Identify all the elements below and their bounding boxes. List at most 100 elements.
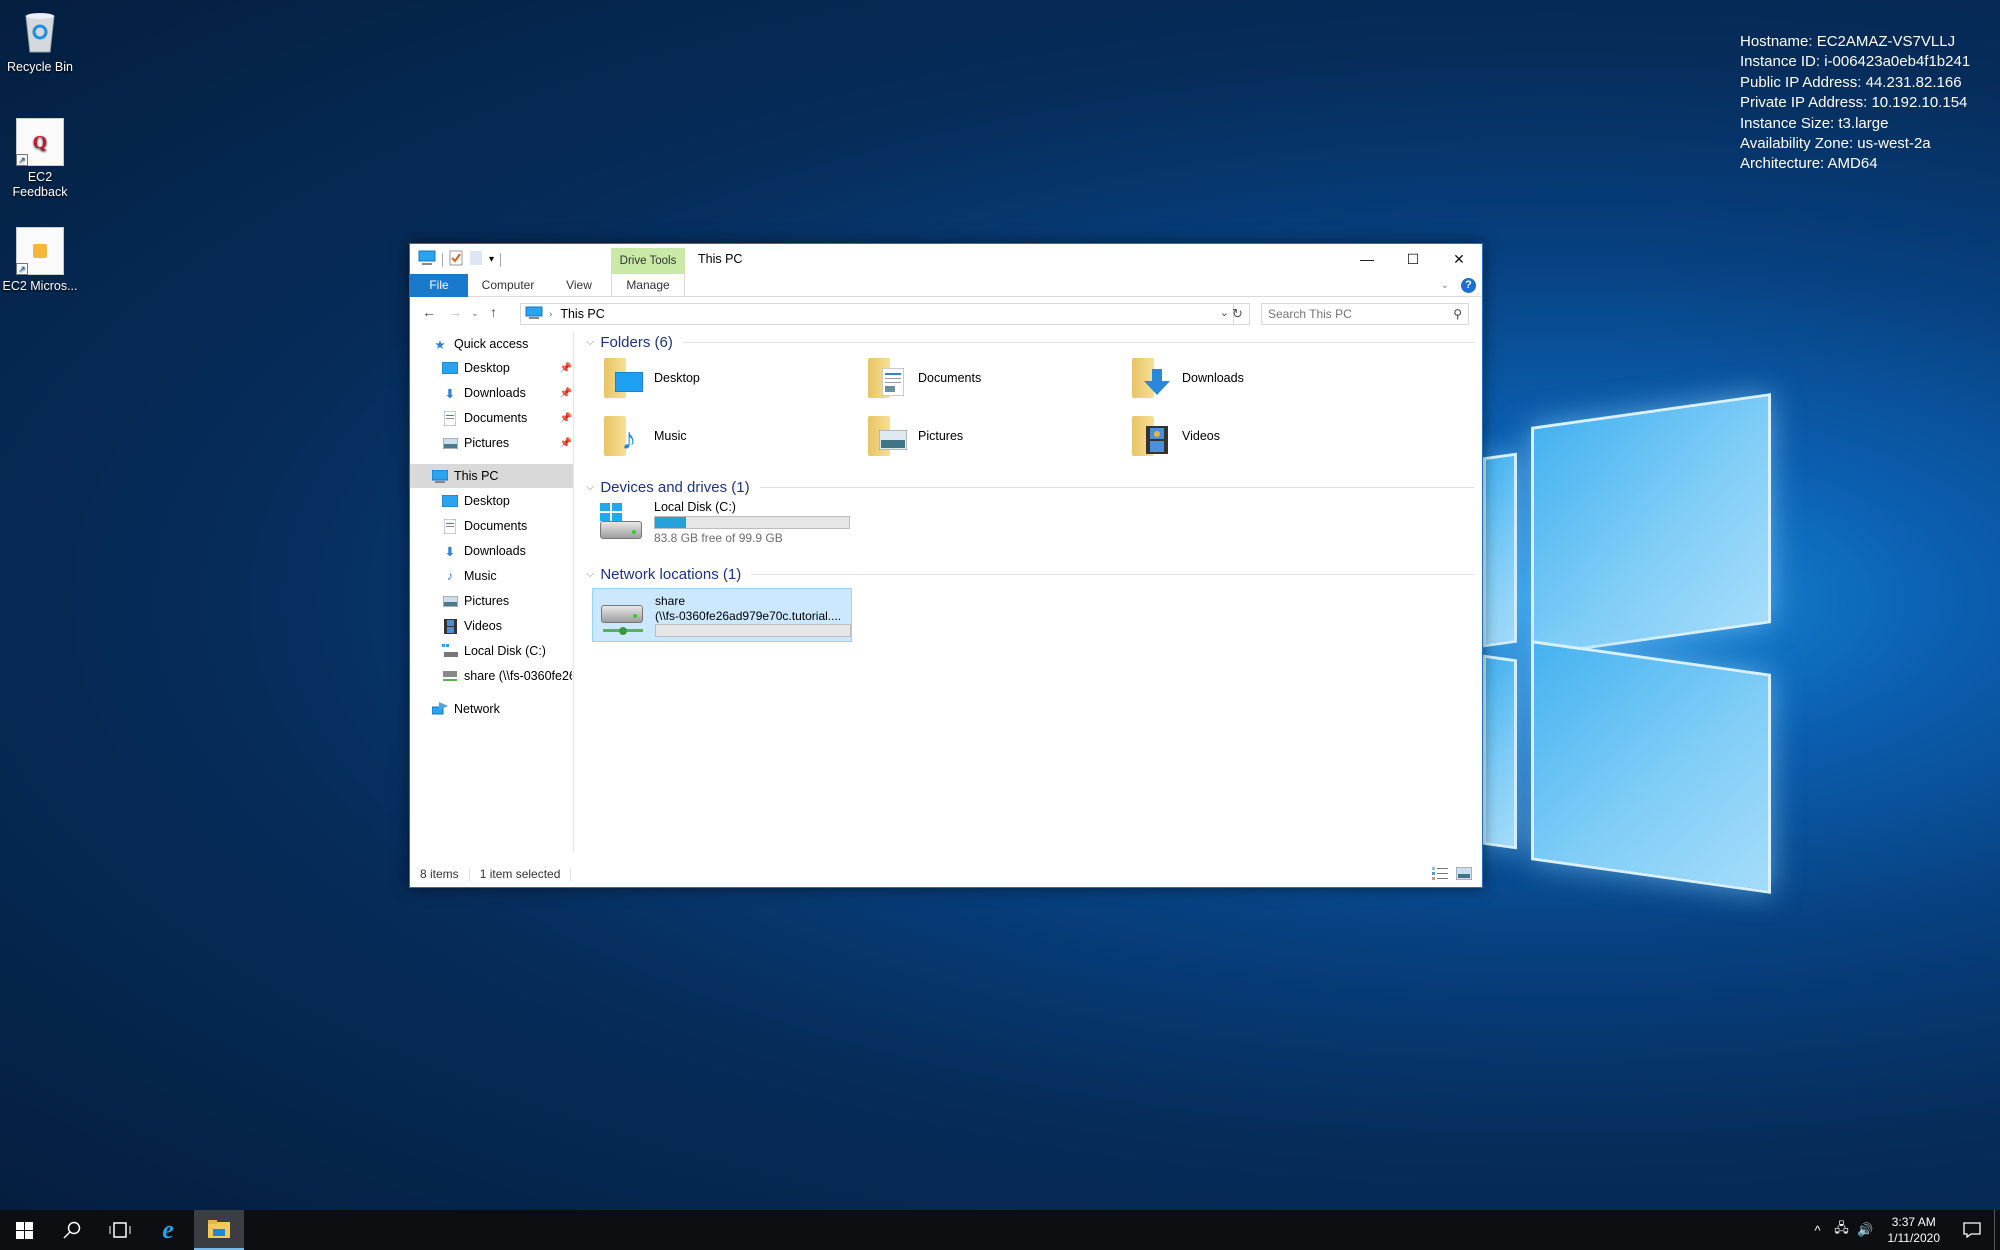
search-button[interactable] [48, 1210, 96, 1250]
tab-file[interactable]: File [410, 274, 468, 297]
windows-logo-icon [15, 1221, 33, 1239]
address-bar[interactable]: › This PC ⌄ [520, 303, 1234, 325]
nav-pc-music[interactable]: ♪ Music [442, 564, 572, 588]
breadcrumb-this-pc[interactable]: This PC [560, 307, 604, 321]
computer-icon[interactable] [418, 250, 436, 269]
breadcrumb-separator-icon: › [549, 308, 553, 320]
folder-desktop[interactable]: Desktop [602, 356, 700, 400]
pin-icon[interactable]: 📌 [560, 438, 572, 449]
public-ip: Public IP Address: 44.231.82.166 [1740, 73, 1962, 91]
show-hidden-icons-button[interactable]: ^ [1806, 1223, 1830, 1238]
action-center-button[interactable] [1950, 1222, 1994, 1238]
search-input[interactable] [1268, 307, 1438, 321]
ec2-feedback-icon: Q ↗ [16, 118, 64, 166]
nav-pc-pictures[interactable]: Pictures [442, 589, 572, 613]
drive-name: Local Disk (C:) [654, 500, 736, 514]
folder-videos[interactable]: Videos [1130, 414, 1220, 458]
customize-qat-icon[interactable]: ▾ [489, 254, 494, 265]
nav-pc-local-disk[interactable]: Local Disk (C:) [442, 639, 572, 663]
group-header-devices[interactable]: ⌵ Devices and drives (1) [586, 477, 1474, 497]
show-desktop-button[interactable] [1994, 1210, 2000, 1250]
help-icon[interactable]: ? [1461, 278, 1476, 293]
drive-local-disk-c[interactable]: Local Disk (C:) 83.8 GB free of 99.9 GB [596, 500, 850, 545]
desktop-icon-label: Recycle Bin [7, 60, 73, 74]
forward-button[interactable]: → [448, 304, 462, 320]
chevron-down-icon: ⌵ [586, 335, 595, 348]
expand-ribbon-icon[interactable]: ⌄ [1441, 280, 1449, 291]
desktop-icon-ec2-microsoft[interactable]: ↗ EC2 Micros... [0, 227, 80, 294]
desktop-icon-recycle-bin[interactable]: Recycle Bin [0, 8, 80, 75]
nav-pc-documents[interactable]: Documents [442, 514, 572, 538]
quick-access-toolbar: ▾ [418, 250, 502, 269]
nav-quick-access[interactable]: ★ Quick access [432, 332, 572, 356]
internet-explorer-button[interactable]: e [144, 1210, 192, 1250]
selection-count: 1 item selected [470, 867, 572, 881]
drive-free-space: 83.8 GB free of 99.9 GB [654, 531, 783, 545]
instance-size: Instance Size: t3.large [1740, 114, 1889, 132]
videos-icon [442, 618, 458, 634]
chevron-down-icon: ⌵ [586, 567, 595, 580]
nav-qa-downloads[interactable]: ⬇ Downloads 📌 [442, 381, 572, 405]
nav-pc-videos[interactable]: Videos [442, 614, 572, 638]
folder-pictures[interactable]: Pictures [866, 414, 963, 458]
folder-downloads[interactable]: Downloads [1130, 356, 1244, 400]
clock[interactable]: 3:37 AM 1/11/2020 [1878, 1214, 1951, 1246]
search-box[interactable]: ⚲ [1261, 303, 1469, 325]
downloads-icon: ⬇ [444, 386, 456, 401]
task-view-icon [109, 1222, 131, 1238]
group-header-folders[interactable]: ⌵ Folders (6) [586, 332, 1474, 352]
properties-icon[interactable] [449, 250, 463, 269]
nav-qa-documents[interactable]: Documents 📌 [442, 406, 572, 430]
desktop-folder-icon [602, 356, 646, 400]
downloads-folder-icon [1130, 356, 1174, 400]
disk-usage-fill [655, 517, 687, 528]
up-button[interactable]: ↑ [490, 304, 497, 320]
title-bar[interactable]: ▾ Drive Tools This PC — ☐ ✕ [410, 244, 1482, 274]
nav-qa-desktop[interactable]: Desktop 📌 [442, 356, 572, 380]
file-explorer-button[interactable] [194, 1210, 244, 1250]
details-view-icon[interactable] [1432, 867, 1448, 883]
drive-tools-context-label: Drive Tools [611, 248, 685, 274]
task-view-button[interactable] [96, 1210, 144, 1250]
group-header-network[interactable]: ⌵ Network locations (1) [586, 564, 1474, 584]
new-folder-icon[interactable] [469, 250, 483, 269]
start-button[interactable] [0, 1210, 48, 1250]
folder-music[interactable]: ♪ Music [602, 414, 687, 458]
tab-computer[interactable]: Computer [468, 274, 548, 297]
network-icon [432, 701, 448, 717]
window-title: This PC [698, 252, 743, 266]
nav-this-pc[interactable]: This PC [410, 464, 573, 488]
system-tray: ^ 🖧 🔊 3:37 AM 1/11/2020 [1806, 1210, 2000, 1250]
pin-icon[interactable]: 📌 [560, 413, 572, 424]
volume-icon[interactable]: 🔊 [1854, 1222, 1878, 1238]
nav-pc-desktop[interactable]: Desktop [442, 489, 572, 513]
nav-pc-share[interactable]: share (\\fs-0360fe26 [442, 664, 572, 688]
network-status-icon[interactable]: 🖧 [1830, 1219, 1854, 1241]
item-count: 8 items [410, 867, 470, 881]
taskbar: e ^ 🖧 🔊 3:37 AM 1/11/2020 [0, 1210, 2000, 1250]
documents-folder-icon [866, 356, 910, 400]
nav-qa-pictures[interactable]: Pictures 📌 [442, 431, 572, 455]
close-button[interactable]: ✕ [1436, 244, 1482, 274]
recent-locations-button[interactable]: ⌄ [471, 308, 479, 319]
tab-view[interactable]: View [548, 274, 610, 297]
folder-documents[interactable]: Documents [866, 356, 981, 400]
network-location-share[interactable]: share (\\fs-0360fe26ad979e70c.tutorial..… [592, 588, 852, 642]
back-button[interactable]: ← [422, 304, 436, 320]
pin-icon[interactable]: 📌 [560, 363, 572, 374]
desktop-icon-ec2-feedback[interactable]: Q ↗ EC2 Feedback [0, 118, 80, 200]
shortcut-arrow-icon: ↗ [16, 154, 28, 166]
availability-zone: Availability Zone: us-west-2a [1740, 135, 1931, 153]
refresh-button[interactable]: ↻ [1226, 303, 1250, 325]
content-pane: ⌵ Folders (6) Desktop Documents Download… [580, 332, 1480, 852]
minimize-button[interactable]: — [1344, 244, 1390, 274]
nav-network[interactable]: Network [432, 697, 572, 721]
navigation-bar: ← → ⌄ ↑ › This PC ⌄ ↻ ⚲ [410, 298, 1482, 328]
nav-pc-downloads[interactable]: ⬇ Downloads [442, 539, 572, 563]
music-folder-icon: ♪ [602, 414, 646, 458]
desktop-icon [442, 493, 458, 509]
pin-icon[interactable]: 📌 [560, 388, 572, 399]
maximize-button[interactable]: ☐ [1390, 244, 1436, 274]
tab-manage[interactable]: Manage [611, 274, 685, 297]
large-icons-view-icon[interactable] [1455, 866, 1473, 883]
